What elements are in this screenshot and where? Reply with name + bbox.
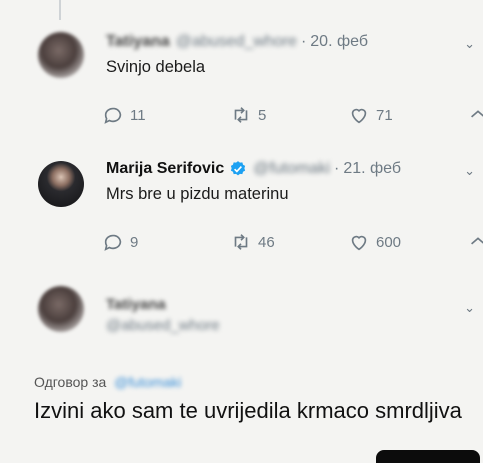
chevron-down-icon[interactable]: ⌄ [464, 36, 475, 52]
like-count: 71 [376, 106, 393, 124]
reply-prefix: Одговор за [34, 374, 107, 390]
retweet-icon [234, 234, 248, 250]
share-button[interactable] [467, 231, 483, 253]
retweet-button[interactable]: 46 [230, 231, 275, 253]
separator-dot: · [334, 160, 340, 177]
tweet-header: Marija Serifovic @futomaki · 21. феб [106, 157, 401, 181]
retweet-count: 5 [258, 106, 267, 124]
author-handle[interactable]: @futomaki [253, 160, 330, 178]
reply-button[interactable]: 9 [102, 231, 138, 253]
chevron-down-icon[interactable]: ⌄ [464, 300, 475, 316]
chevron-down-icon[interactable]: ⌄ [464, 163, 475, 179]
tweet-actions: 11 5 71 [102, 104, 483, 128]
redaction-bar [376, 450, 480, 463]
tweet-date[interactable]: 21. феб [343, 160, 401, 178]
like-count: 600 [376, 233, 402, 251]
like-icon [351, 108, 367, 124]
reply-tweet-header: Tatiyana @abused_whore [106, 296, 220, 334]
like-button[interactable]: 600 [348, 231, 401, 253]
like-icon [351, 235, 367, 251]
tweet-date[interactable]: 20. феб [310, 33, 368, 51]
separator-dot: · [300, 33, 307, 50]
avatar[interactable] [38, 161, 84, 207]
avatar[interactable] [38, 32, 84, 78]
share-icon [471, 110, 483, 118]
reply-count: 9 [130, 233, 139, 251]
tweet-actions: 9 46 600 [102, 231, 483, 255]
author-name[interactable]: Tatiyana [106, 33, 170, 51]
reply-icon [104, 234, 122, 251]
avatar[interactable] [38, 286, 84, 332]
share-icon [471, 237, 483, 245]
share-button[interactable] [467, 104, 483, 126]
like-button[interactable]: 71 [348, 104, 393, 126]
author-name[interactable]: Marija Serifovic [106, 160, 224, 178]
retweet-icon [234, 107, 248, 123]
verified-badge-icon [231, 161, 246, 176]
tweet-header: Tatiyana @abused_whore · 20. феб [106, 30, 368, 54]
replying-to: Одговор за @futomaki [34, 374, 181, 390]
tweet-text: Svinjo debela [106, 58, 206, 76]
reply-tweet-text: Izvini ako sam te uvrijedila krmaco smrd… [34, 398, 462, 423]
reply-button[interactable]: 11 [102, 104, 146, 126]
tweet-text: Mrs bre u pizdu materinu [106, 185, 289, 203]
author-handle[interactable]: @abused_whore [106, 317, 220, 334]
author-handle[interactable]: @abused_whore [176, 33, 297, 51]
reply-to-handle[interactable]: @futomaki [114, 374, 181, 390]
retweet-button[interactable]: 5 [230, 104, 266, 126]
reply-count: 11 [130, 106, 146, 124]
author-name[interactable]: Tatiyana [106, 296, 220, 313]
thread-line [59, 0, 61, 20]
retweet-count: 46 [258, 233, 275, 251]
reply-icon [104, 107, 122, 124]
